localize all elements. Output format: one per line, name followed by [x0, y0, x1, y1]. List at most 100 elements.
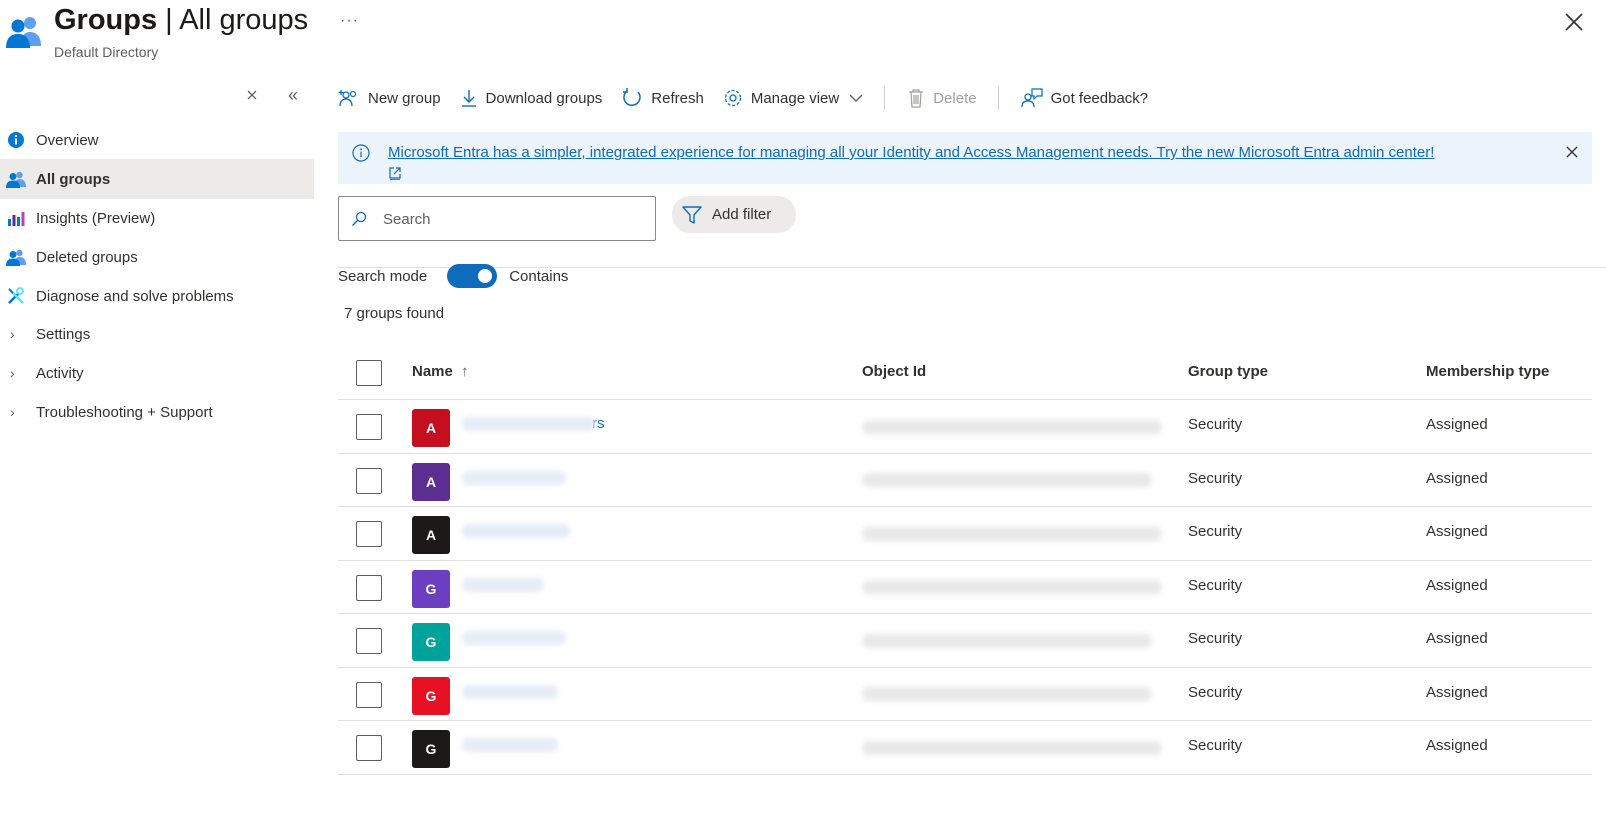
row-checkbox[interactable]: [356, 574, 382, 601]
membership-type-cell: Assigned: [1426, 416, 1488, 433]
membership-type-cell: Assigned: [1426, 469, 1488, 487]
row-checkbox[interactable]: [356, 414, 382, 440]
add-filter-label: Add filter: [712, 206, 772, 223]
redacted-name: [462, 577, 544, 592]
row-checkbox[interactable]: [356, 467, 382, 494]
new-group-button[interactable]: New group: [338, 83, 441, 113]
sidebar-item-insights[interactable]: Insights (Preview): [0, 198, 314, 238]
refresh-icon: [623, 88, 641, 107]
delete-label: Delete: [933, 89, 977, 107]
object-id-cell: [862, 686, 1152, 704]
group-type-column-header[interactable]: Group type: [1188, 363, 1268, 380]
page-title: Groups | All groups: [54, 4, 309, 36]
chevron-right-icon: ›: [10, 326, 15, 342]
group-type-cell: Security: [1188, 416, 1243, 433]
download-icon: [461, 90, 476, 107]
row-checkbox[interactable]: [356, 735, 382, 761]
refresh-button[interactable]: Refresh: [621, 83, 704, 113]
table-row[interactable]: G Security Assigned: [338, 668, 1592, 721]
membership-type-cell: Assigned: [1426, 683, 1488, 701]
redacted-object-id: [862, 473, 1152, 488]
manage-view-button[interactable]: Manage view: [723, 83, 863, 113]
sidebar-item-label: All groups: [36, 170, 111, 188]
close-search-icon[interactable]: [244, 87, 260, 103]
search-mode-value: Contains: [509, 267, 569, 285]
row-checkbox[interactable]: [356, 681, 382, 708]
toolbar-divider: [997, 86, 999, 110]
redacted-name: [462, 417, 596, 432]
group-avatar: G: [412, 569, 450, 608]
sidebar-item-activity[interactable]: › Activity: [0, 353, 314, 393]
name-column-header[interactable]: Name ↑: [412, 363, 469, 380]
table-row[interactable]: G Security Assigned: [338, 561, 1592, 614]
sidebar-item-label: Activity: [36, 364, 84, 382]
redacted-object-id: [862, 419, 1162, 434]
refresh-label: Refresh: [651, 89, 704, 107]
redacted-name: [462, 684, 558, 699]
table-row[interactable]: A Security Assigned: [338, 507, 1592, 561]
select-all-checkbox[interactable]: [356, 360, 382, 386]
row-checkbox[interactable]: [356, 521, 382, 547]
group-name-link[interactable]: rs: [462, 415, 605, 437]
sidebar-item-diagnose[interactable]: Diagnose and solve problems: [0, 276, 314, 316]
table-row[interactable]: G Security Assigned: [338, 614, 1592, 668]
group-name-link[interactable]: [462, 522, 570, 544]
group-avatar: A: [412, 409, 450, 447]
sidebar-item-overview[interactable]: Overview: [0, 120, 314, 160]
membership-type-cell: Assigned: [1426, 523, 1488, 540]
group-name-link[interactable]: [462, 629, 566, 651]
page-header: Groups | All groups Default Directory ··…: [0, 0, 1606, 70]
download-groups-button[interactable]: Download groups: [460, 83, 602, 113]
feedback-button[interactable]: Got feedback?: [1020, 83, 1148, 113]
group-name-link[interactable]: [462, 736, 558, 758]
membership-type-cell: Assigned: [1426, 576, 1488, 594]
group-type-cell: Security: [1188, 630, 1243, 647]
group-avatar: G: [412, 623, 450, 661]
results-count: 7 groups found: [344, 305, 445, 322]
sidebar-item-settings[interactable]: › Settings: [0, 314, 314, 354]
group-name-link[interactable]: [462, 469, 566, 491]
search-mode-toggle[interactable]: [447, 264, 498, 288]
sidebar-item-all-groups[interactable]: All groups: [0, 159, 314, 199]
table-row[interactable]: Ars Security Assigned: [338, 400, 1592, 454]
sort-ascending-icon: ↑: [461, 363, 469, 380]
search-input[interactable]: [383, 208, 643, 230]
sidebar-item-label: Overview: [36, 131, 99, 149]
close-icon[interactable]: [1564, 144, 1580, 160]
toolbar-divider: [884, 86, 886, 110]
object-id-cell: [862, 525, 1162, 543]
gear-icon: [724, 89, 741, 107]
group-name-link[interactable]: [462, 683, 558, 705]
add-filter-button[interactable]: Add filter: [672, 196, 796, 233]
redacted-name: [462, 738, 558, 753]
sidebar-item-deleted-groups[interactable]: Deleted groups: [0, 237, 314, 277]
close-icon[interactable]: [1562, 10, 1586, 34]
chevron-right-icon: ›: [10, 365, 15, 381]
sidebar-item-label: Deleted groups: [36, 248, 138, 266]
object-id-column-header[interactable]: Object Id: [862, 363, 926, 380]
table-row[interactable]: A Security Assigned: [338, 454, 1592, 507]
table-row[interactable]: G Security Assigned: [338, 721, 1592, 775]
search-field[interactable]: [338, 196, 656, 241]
add-group-icon: [338, 90, 357, 107]
object-id-cell: [862, 418, 1162, 436]
delete-button[interactable]: Delete: [907, 83, 977, 113]
chevron-down-icon: [849, 94, 863, 102]
group-name-link[interactable]: [462, 576, 544, 598]
more-options-button[interactable]: ···: [340, 12, 359, 30]
sidebar-item-label: Insights (Preview): [36, 209, 156, 227]
object-id-cell: [862, 632, 1152, 650]
membership-type-column-header[interactable]: Membership type: [1426, 363, 1549, 380]
entra-admin-link[interactable]: Microsoft Entra has a simpler, integrate…: [388, 144, 1434, 161]
redacted-object-id: [862, 687, 1152, 702]
redacted-object-id: [862, 580, 1162, 595]
sidebar-item-label: Diagnose and solve problems: [36, 287, 234, 305]
collapse-sidebar-icon[interactable]: «: [288, 85, 298, 106]
wrench-icon: [6, 286, 26, 306]
redacted-name: [462, 470, 566, 485]
row-checkbox[interactable]: [356, 628, 382, 654]
sidebar-item-troubleshooting[interactable]: › Troubleshooting + Support: [0, 392, 314, 432]
sidebar: « Overview All groups Insights (Preview)…: [0, 80, 314, 440]
groups-icon: [6, 17, 41, 48]
external-link-icon[interactable]: [388, 166, 402, 180]
